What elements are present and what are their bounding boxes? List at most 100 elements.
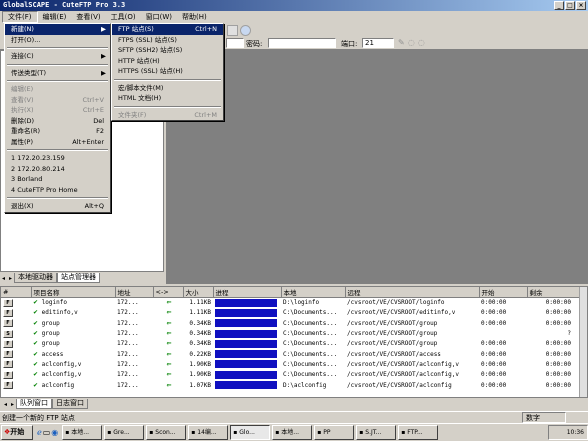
item-size: 1.07KB xyxy=(189,381,211,389)
toolbar-button-icon[interactable] xyxy=(227,25,238,36)
password-field[interactable] xyxy=(268,38,336,48)
queue-window: # 项目名称 地址 <-> 大小 进程 本地 远程 开始 剩余 F ✔ loginfo 172... ⇐… xyxy=(0,286,588,398)
file-menu-item[interactable]: 连接(C) ▶ xyxy=(5,51,110,62)
progress-bar xyxy=(215,319,277,328)
user-field[interactable] xyxy=(226,38,244,48)
file-menu-item[interactable]: 删除(D) Del xyxy=(5,116,110,127)
file-menu-item[interactable]: 退出(X) Alt+Q xyxy=(5,201,110,212)
close-button[interactable]: × xyxy=(576,1,586,10)
menu-tools[interactable]: 工具(O) xyxy=(106,11,141,23)
toolbar-button-icon[interactable] xyxy=(240,25,251,36)
taskbar-button[interactable]: ▪ FTP... xyxy=(398,425,439,440)
minimize-button[interactable]: _ xyxy=(554,1,564,10)
menu-help[interactable]: 帮助(H) xyxy=(177,11,212,23)
tab-local-drives[interactable]: 本地驱动器 xyxy=(14,273,58,283)
transfer-status-icon: F xyxy=(3,360,13,369)
port-field[interactable]: 21 xyxy=(362,38,394,48)
window-controls: _ □ × xyxy=(554,1,586,10)
check-icon: ✔ xyxy=(33,299,39,307)
queue-column-header[interactable]: 地址 xyxy=(115,287,154,298)
item-local-path: D:\loginfo xyxy=(283,299,320,307)
queue-column-header[interactable]: 剩余 xyxy=(527,287,582,298)
queue-row[interactable]: F ✔ loginfo 172... ⇐ 1.11KB D:\loginfo/cvsroo… xyxy=(1,298,581,308)
taskbar-button[interactable]: ▪ 本地... xyxy=(272,425,313,440)
queue-column-header[interactable]: 项目名称 xyxy=(31,287,116,298)
file-menu-item[interactable]: 4 CuteFTP Pro Home xyxy=(5,185,110,196)
new-submenu-item[interactable]: FTPS (SSL) 站点(S) xyxy=(112,35,223,46)
queue-scrollbar[interactable] xyxy=(579,287,587,397)
queue-column-header[interactable]: <-> xyxy=(153,287,184,298)
taskbar-button[interactable]: ▪ Gre... xyxy=(104,425,145,440)
taskbar-button[interactable]: ▪ 14编... xyxy=(188,425,229,440)
queue-row[interactable]: F ✔ aclconfig,v 172... ⇐ 1.90KB C:\Documents.… xyxy=(1,359,581,369)
taskbar-button[interactable]: ▪ Scon... xyxy=(146,425,187,440)
queue-row[interactable]: F ✔ aclconfig 172... ⇐ 1.07KB D:\aclconfig/cv… xyxy=(1,380,581,390)
new-submenu-item[interactable]: HTML 文档(H) xyxy=(112,93,223,104)
menu-separator xyxy=(7,80,108,82)
queue-column-header[interactable]: 进程 xyxy=(213,287,282,298)
tab-scroll-right-icon[interactable]: ▸ xyxy=(9,401,16,408)
queue-row[interactable]: F ✔ group 172... ⇐ 0.34KB C:\Documents... /cvs… xyxy=(1,318,581,328)
queue-row[interactable]: F ✔ aclconfig,v 172... ⇐ 1.90KB C:\Documents.… xyxy=(1,370,581,380)
taskbar-button[interactable]: ▪ PP xyxy=(314,425,355,440)
queue-row[interactable]: F ✔ access 172... ⇐ 0.22KB C:\Documents... /cv… xyxy=(1,349,581,359)
new-submenu-item[interactable]: SFTP (SSH2) 站点(S) xyxy=(112,45,223,56)
item-remote-path: /cvsroot/VE/CVSROOT/access xyxy=(347,350,441,358)
file-menu-item[interactable]: 属性(P) Alt+Enter xyxy=(5,137,110,148)
clock[interactable]: 10:36 xyxy=(567,429,584,436)
refresh-icon[interactable]: ◌ xyxy=(408,38,415,47)
file-menu-item[interactable]: 打开(O)... xyxy=(5,35,110,46)
start-button[interactable]: ❖开始 xyxy=(1,425,33,440)
item-name: aclconfig,v xyxy=(41,360,82,368)
queue-row[interactable]: F ✔ group 172... ⇐ 0.34KB C:\Documents... /cvs… xyxy=(1,339,581,349)
taskbar-button[interactable]: ▪ Glo... xyxy=(230,425,271,440)
file-menu-item[interactable]: 新建(N) ▶ xyxy=(5,24,110,35)
file-menu-item[interactable]: 1 172.20.23.159 xyxy=(5,153,110,164)
taskbar-button[interactable]: ▪ S.JT... xyxy=(356,425,397,440)
file-menu-item[interactable]: 传送类型(T) ▶ xyxy=(5,68,110,79)
queue-column-header[interactable]: 开始 xyxy=(479,287,528,298)
menu-window[interactable]: 窗口(W) xyxy=(141,11,177,23)
menu-view[interactable]: 查看(V) xyxy=(71,11,105,23)
item-start-time: 0:00:00 xyxy=(481,350,507,358)
tab-scroll-right-icon[interactable]: ▸ xyxy=(7,275,14,282)
download-arrow-icon: ⇐ xyxy=(166,309,172,317)
tab-scroll-left-icon[interactable]: ◂ xyxy=(2,401,9,408)
queue-column-header[interactable]: # xyxy=(1,287,32,298)
tab-site-manager[interactable]: 站点管理器 xyxy=(57,273,101,283)
file-menu-item[interactable]: 执行(X) Ctrl+E xyxy=(5,105,110,116)
queue-column-header[interactable]: 大小 xyxy=(183,287,214,298)
file-menu-dropdown: 新建(N) ▶ 打开(O)... 连接(C) ▶ 传送类型(T) ▶ 编辑(E) 查看(V) Ct… xyxy=(4,23,111,213)
file-menu-item[interactable]: 编辑(E) xyxy=(5,84,110,95)
file-menu-item[interactable]: 3 Borland xyxy=(5,174,110,185)
new-submenu-item[interactable]: HTTP 站点(H) xyxy=(112,56,223,67)
desktop-icon[interactable]: ▭ xyxy=(43,428,51,437)
menu-file[interactable]: 文件(F) xyxy=(2,11,38,23)
maximize-button[interactable]: □ xyxy=(565,1,575,10)
taskbar-button-label: Gre... xyxy=(113,429,130,436)
menu-edit[interactable]: 编辑(E) xyxy=(38,11,72,23)
queue-row[interactable]: S ✔ group 172... ⇐ 0.34KB C:\Documents... /cvs… xyxy=(1,328,581,338)
media-icon[interactable]: ◉ xyxy=(51,428,58,437)
new-submenu-item[interactable]: HTTPS (SSL) 站点(H) xyxy=(112,66,223,77)
stop-icon[interactable]: ◌ xyxy=(418,38,425,47)
taskbar-button[interactable]: ▪ 本地... xyxy=(62,425,103,440)
file-menu-item[interactable]: 查看(V) Ctrl+V xyxy=(5,95,110,106)
tab-scroll-left-icon[interactable]: ◂ xyxy=(0,275,7,282)
queue-column-header[interactable]: 本地 xyxy=(281,287,346,298)
connect-icon[interactable]: ✎ xyxy=(398,38,405,47)
new-submenu-item[interactable]: FTP 站点(S) Ctrl+N xyxy=(112,24,223,35)
queue-row[interactable]: F ✔ editinfo,v 172... ⇐ 1.11KB C:\Documents..… xyxy=(1,308,581,318)
file-menu-item[interactable]: 2 172.20.80.214 xyxy=(5,164,110,175)
menu-item-shortcut: F2 xyxy=(96,127,104,135)
progress-bar xyxy=(215,370,277,379)
queue-column-header[interactable]: 远程 xyxy=(345,287,480,298)
progress-bar xyxy=(215,350,277,359)
new-submenu-item[interactable]: 文件夹(F) Ctrl+M xyxy=(112,110,223,121)
file-menu-item[interactable]: 重命名(R) F2 xyxy=(5,126,110,137)
ie-icon[interactable]: ℯ xyxy=(37,428,42,437)
taskbar-button-label: 本地... xyxy=(71,429,90,436)
tab-log-window[interactable]: 日志窗口 xyxy=(52,399,89,409)
new-submenu-item[interactable]: 宏/脚本文件(M) xyxy=(112,83,223,94)
tab-queue-window[interactable]: 队列窗口 xyxy=(16,399,53,409)
